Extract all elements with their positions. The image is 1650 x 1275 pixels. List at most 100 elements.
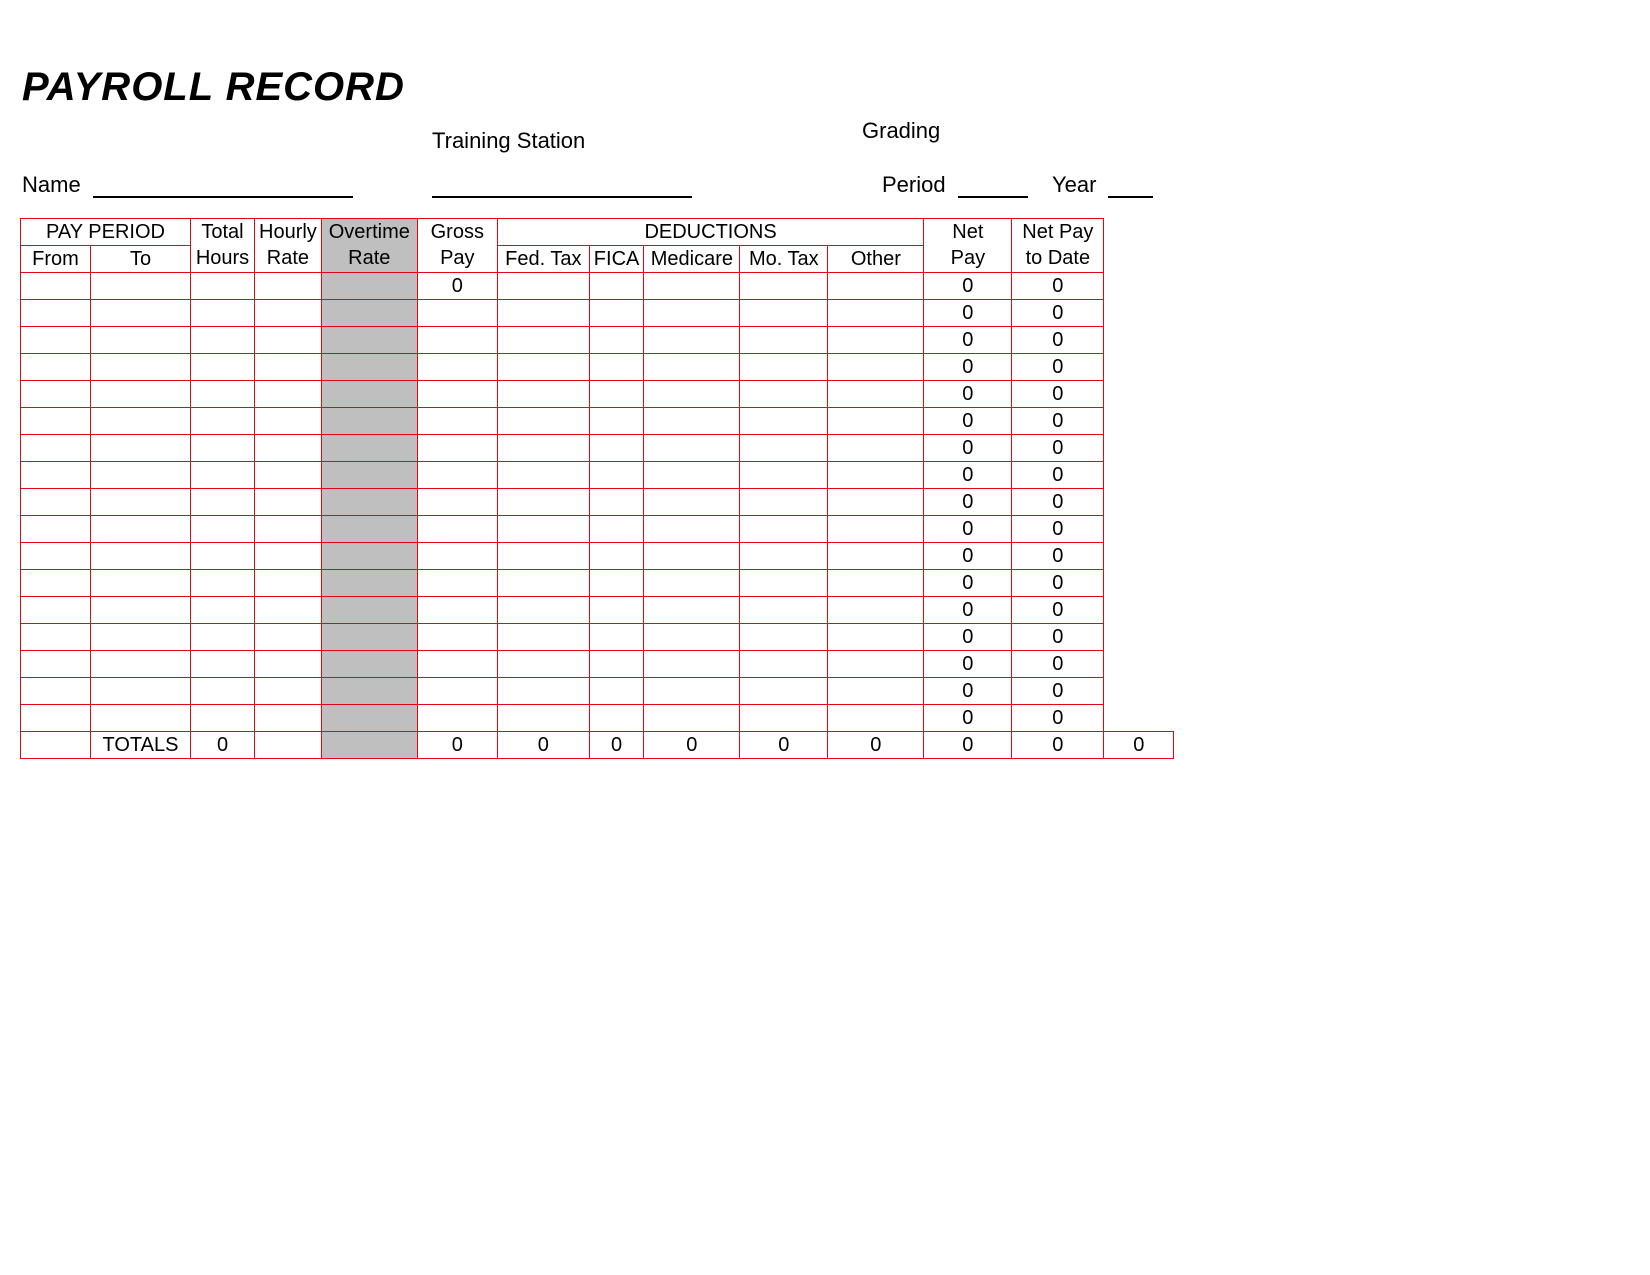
cell-overtime-rate[interactable] bbox=[321, 651, 417, 678]
cell-overtime-rate[interactable] bbox=[321, 516, 417, 543]
cell-net-pay-to-date[interactable]: 0 bbox=[1012, 300, 1104, 327]
cell-overtime-rate[interactable] bbox=[321, 408, 417, 435]
cell-overtime-rate[interactable] bbox=[321, 597, 417, 624]
cell-net-pay-to-date[interactable]: 0 bbox=[1012, 624, 1104, 651]
cell-gross-pay[interactable] bbox=[417, 570, 497, 597]
cell-fed-tax[interactable] bbox=[497, 435, 589, 462]
cell-total-hours[interactable] bbox=[191, 651, 255, 678]
cell-mo-tax[interactable] bbox=[740, 705, 828, 732]
cell-hourly-rate[interactable] bbox=[255, 435, 322, 462]
cell-from[interactable] bbox=[21, 624, 91, 651]
cell-hourly-rate[interactable] bbox=[255, 273, 322, 300]
cell-gross-pay[interactable] bbox=[417, 624, 497, 651]
cell-from[interactable] bbox=[21, 516, 91, 543]
cell-fica[interactable] bbox=[589, 624, 644, 651]
cell-medicare[interactable] bbox=[644, 516, 740, 543]
cell-net-pay-to-date[interactable]: 0 bbox=[1012, 678, 1104, 705]
cell-mo-tax[interactable] bbox=[740, 489, 828, 516]
cell-overtime-rate[interactable] bbox=[321, 624, 417, 651]
cell-hourly-rate[interactable] bbox=[255, 624, 322, 651]
cell-overtime-rate[interactable] bbox=[321, 354, 417, 381]
cell-total-hours[interactable] bbox=[191, 354, 255, 381]
cell-to[interactable] bbox=[91, 516, 191, 543]
cell-other[interactable] bbox=[828, 300, 924, 327]
cell-mo-tax[interactable] bbox=[740, 408, 828, 435]
cell-total-hours[interactable] bbox=[191, 408, 255, 435]
cell-other[interactable] bbox=[828, 678, 924, 705]
cell-fed-tax[interactable] bbox=[497, 354, 589, 381]
training-station-input-line[interactable] bbox=[432, 174, 692, 198]
cell-mo-tax[interactable] bbox=[740, 435, 828, 462]
cell-mo-tax[interactable] bbox=[740, 543, 828, 570]
cell-net-pay[interactable]: 0 bbox=[924, 354, 1012, 381]
cell-net-pay[interactable]: 0 bbox=[924, 489, 1012, 516]
cell-net-pay[interactable]: 0 bbox=[924, 543, 1012, 570]
cell-from[interactable] bbox=[21, 570, 91, 597]
cell-to[interactable] bbox=[91, 273, 191, 300]
cell-hourly-rate[interactable] bbox=[255, 408, 322, 435]
cell-medicare[interactable] bbox=[644, 678, 740, 705]
cell-from[interactable] bbox=[21, 273, 91, 300]
cell-fica[interactable] bbox=[589, 327, 644, 354]
cell-total-hours[interactable] bbox=[191, 597, 255, 624]
cell-gross-pay[interactable] bbox=[417, 705, 497, 732]
cell-net-pay-to-date[interactable]: 0 bbox=[1012, 273, 1104, 300]
cell-net-pay-to-date[interactable]: 0 bbox=[1012, 354, 1104, 381]
cell-net-pay-to-date[interactable]: 0 bbox=[1012, 516, 1104, 543]
cell-fica[interactable] bbox=[589, 435, 644, 462]
cell-fed-tax[interactable] bbox=[497, 651, 589, 678]
cell-other[interactable] bbox=[828, 327, 924, 354]
cell-from[interactable] bbox=[21, 408, 91, 435]
cell-net-pay[interactable]: 0 bbox=[924, 651, 1012, 678]
cell-net-pay[interactable]: 0 bbox=[924, 300, 1012, 327]
cell-fica[interactable] bbox=[589, 651, 644, 678]
cell-medicare[interactable] bbox=[644, 273, 740, 300]
cell-net-pay-to-date[interactable]: 0 bbox=[1012, 651, 1104, 678]
cell-total-hours[interactable] bbox=[191, 678, 255, 705]
cell-gross-pay[interactable] bbox=[417, 597, 497, 624]
cell-other[interactable] bbox=[828, 705, 924, 732]
cell-mo-tax[interactable] bbox=[740, 651, 828, 678]
cell-medicare[interactable] bbox=[644, 435, 740, 462]
cell-total-hours[interactable] bbox=[191, 705, 255, 732]
cell-gross-pay[interactable] bbox=[417, 354, 497, 381]
cell-fed-tax[interactable] bbox=[497, 489, 589, 516]
cell-total-hours[interactable] bbox=[191, 543, 255, 570]
cell-from[interactable] bbox=[21, 489, 91, 516]
cell-from[interactable] bbox=[21, 597, 91, 624]
cell-total-hours[interactable] bbox=[191, 327, 255, 354]
cell-net-pay[interactable]: 0 bbox=[924, 408, 1012, 435]
cell-overtime-rate[interactable] bbox=[321, 273, 417, 300]
cell-total-hours[interactable] bbox=[191, 300, 255, 327]
cell-net-pay[interactable]: 0 bbox=[924, 381, 1012, 408]
cell-to[interactable] bbox=[91, 327, 191, 354]
cell-from[interactable] bbox=[21, 300, 91, 327]
cell-hourly-rate[interactable] bbox=[255, 489, 322, 516]
cell-other[interactable] bbox=[828, 516, 924, 543]
cell-mo-tax[interactable] bbox=[740, 273, 828, 300]
cell-gross-pay[interactable] bbox=[417, 300, 497, 327]
cell-total-hours[interactable] bbox=[191, 516, 255, 543]
cell-gross-pay[interactable] bbox=[417, 543, 497, 570]
cell-overtime-rate[interactable] bbox=[321, 543, 417, 570]
cell-overtime-rate[interactable] bbox=[321, 435, 417, 462]
cell-to[interactable] bbox=[91, 678, 191, 705]
cell-mo-tax[interactable] bbox=[740, 570, 828, 597]
cell-fed-tax[interactable] bbox=[497, 597, 589, 624]
cell-hourly-rate[interactable] bbox=[255, 570, 322, 597]
cell-to[interactable] bbox=[91, 435, 191, 462]
cell-other[interactable] bbox=[828, 462, 924, 489]
cell-total-hours[interactable] bbox=[191, 273, 255, 300]
cell-gross-pay[interactable] bbox=[417, 381, 497, 408]
cell-hourly-rate[interactable] bbox=[255, 462, 322, 489]
cell-fed-tax[interactable] bbox=[497, 624, 589, 651]
cell-net-pay[interactable]: 0 bbox=[924, 327, 1012, 354]
cell-to[interactable] bbox=[91, 489, 191, 516]
cell-net-pay[interactable]: 0 bbox=[924, 624, 1012, 651]
cell-to[interactable] bbox=[91, 354, 191, 381]
cell-overtime-rate[interactable] bbox=[321, 570, 417, 597]
cell-fica[interactable] bbox=[589, 597, 644, 624]
cell-fica[interactable] bbox=[589, 678, 644, 705]
cell-fed-tax[interactable] bbox=[497, 273, 589, 300]
cell-fed-tax[interactable] bbox=[497, 543, 589, 570]
